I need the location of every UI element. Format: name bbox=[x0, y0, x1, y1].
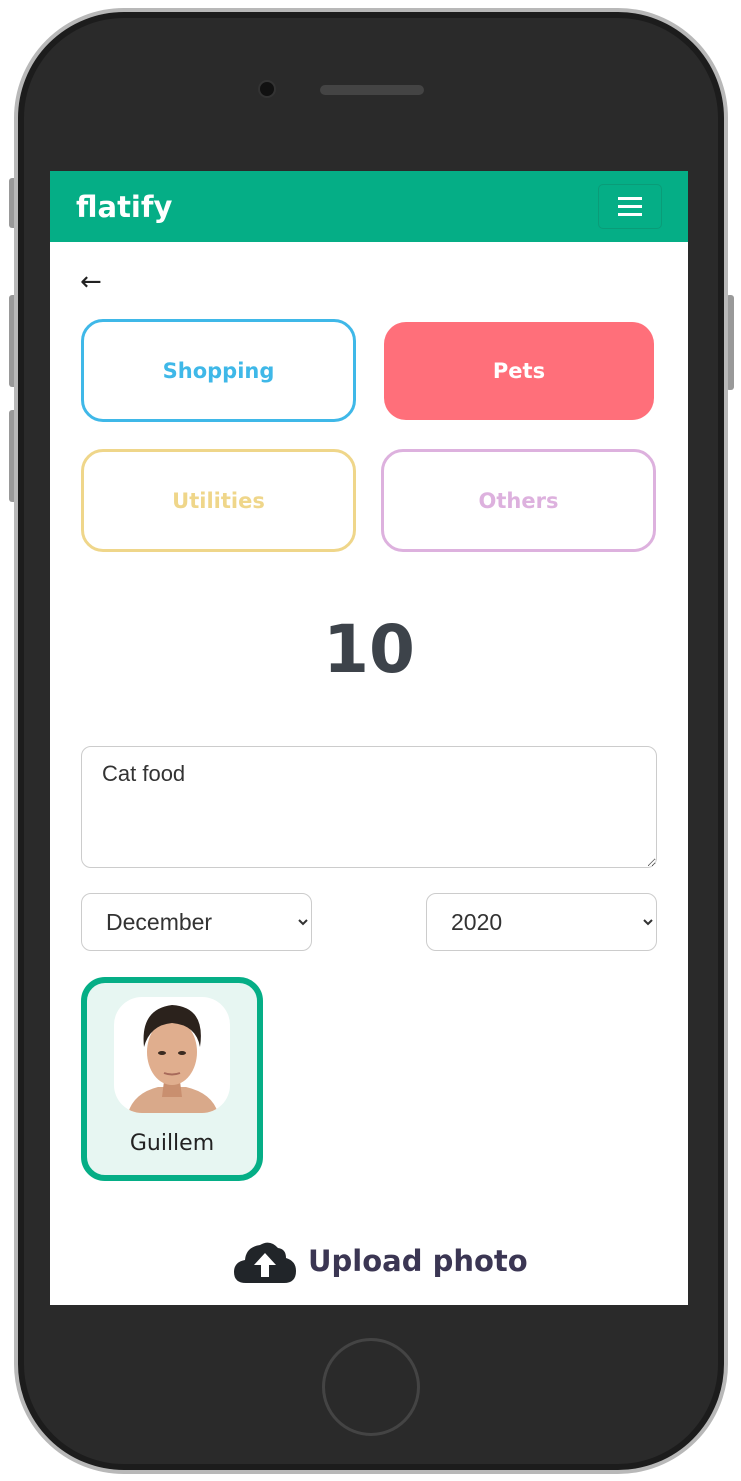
category-shopping[interactable]: Shopping bbox=[81, 319, 356, 422]
camera bbox=[258, 80, 276, 98]
user-card[interactable]: Guillem bbox=[81, 977, 263, 1181]
year-select[interactable]: 2020 bbox=[426, 893, 657, 951]
month-select[interactable]: December bbox=[81, 893, 312, 951]
category-label: Pets bbox=[492, 359, 546, 383]
category-pets[interactable]: Pets bbox=[384, 322, 654, 420]
category-label: Shopping bbox=[162, 358, 275, 383]
upload-photo-label: Upload photo bbox=[308, 1244, 528, 1278]
category-others[interactable]: Others bbox=[381, 449, 656, 552]
category-label: Utilities bbox=[172, 488, 265, 513]
app-screen: flatify ← Shopping Pets Utilities Others… bbox=[50, 171, 688, 1305]
amount[interactable]: 10 bbox=[50, 611, 688, 688]
logo[interactable]: flatify bbox=[76, 190, 172, 224]
user-name: Guillem bbox=[129, 1131, 215, 1156]
cloud-upload-icon bbox=[234, 1242, 296, 1283]
home-button[interactable] bbox=[322, 1338, 420, 1436]
avatar bbox=[114, 997, 230, 1113]
category-label: Others bbox=[478, 488, 559, 513]
description-input[interactable]: Cat food bbox=[81, 746, 657, 868]
arrow-left-icon[interactable]: ← bbox=[80, 267, 102, 297]
navbar: flatify bbox=[50, 171, 688, 242]
category-utilities[interactable]: Utilities bbox=[81, 449, 356, 552]
speaker bbox=[320, 85, 424, 95]
upload-photo-button[interactable]: Upload photo bbox=[234, 1239, 528, 1283]
hamburger-icon[interactable] bbox=[598, 184, 662, 229]
